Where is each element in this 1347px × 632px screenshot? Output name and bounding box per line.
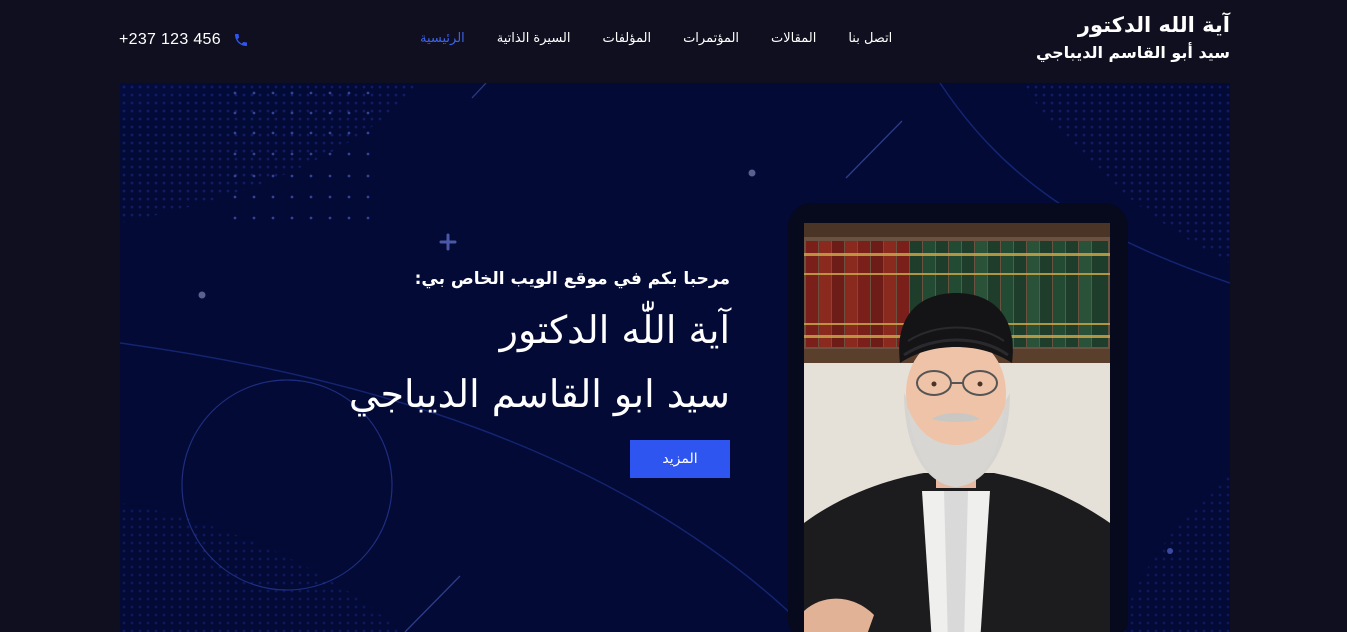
phone-icon (233, 32, 249, 48)
hero-section: مرحبا بكم في موقع الويب الخاص بي: آية ال… (120, 83, 1230, 632)
portrait-photo (804, 223, 1110, 632)
nav-item-contact[interactable]: اتصل بنا (848, 31, 892, 46)
welcome-text: مرحبا بكم في موقع الويب الخاص بي: (414, 269, 730, 289)
nav-item-biography[interactable]: السيرة الذاتية (497, 31, 571, 46)
more-button[interactable]: المزيد (630, 440, 730, 478)
nav-item-articles[interactable]: المقالات (771, 31, 816, 46)
hero-title-line2: سيد ابو القاسم الديباجي (348, 372, 730, 416)
site-header: +237 123 456 الرئيسية السيرة الذاتية الم… (0, 0, 1347, 83)
logo-line2: سيد أبو القاسم الديباجي (1035, 43, 1230, 62)
portrait-illustration (804, 223, 1110, 632)
phone-contact[interactable]: +237 123 456 (119, 31, 249, 49)
nav-item-works[interactable]: المؤلفات (603, 31, 652, 46)
nav-item-home[interactable]: الرئيسية (420, 31, 465, 46)
logo-line1: آية الله الدكتور (1077, 13, 1230, 37)
main-nav: الرئيسية السيرة الذاتية المؤلفات المؤتمر… (420, 31, 892, 46)
nav-item-conferences[interactable]: المؤتمرات (683, 31, 739, 46)
hero-text: مرحبا بكم في موقع الويب الخاص بي: آية ال… (270, 265, 730, 423)
hero-title-line1: آية اللّٰه الدكتور (499, 308, 730, 352)
phone-number[interactable]: +237 123 456 (119, 31, 221, 49)
site-logo[interactable]: آية الله الدكتور سيد أبو القاسم الديباجي (1036, 10, 1230, 66)
